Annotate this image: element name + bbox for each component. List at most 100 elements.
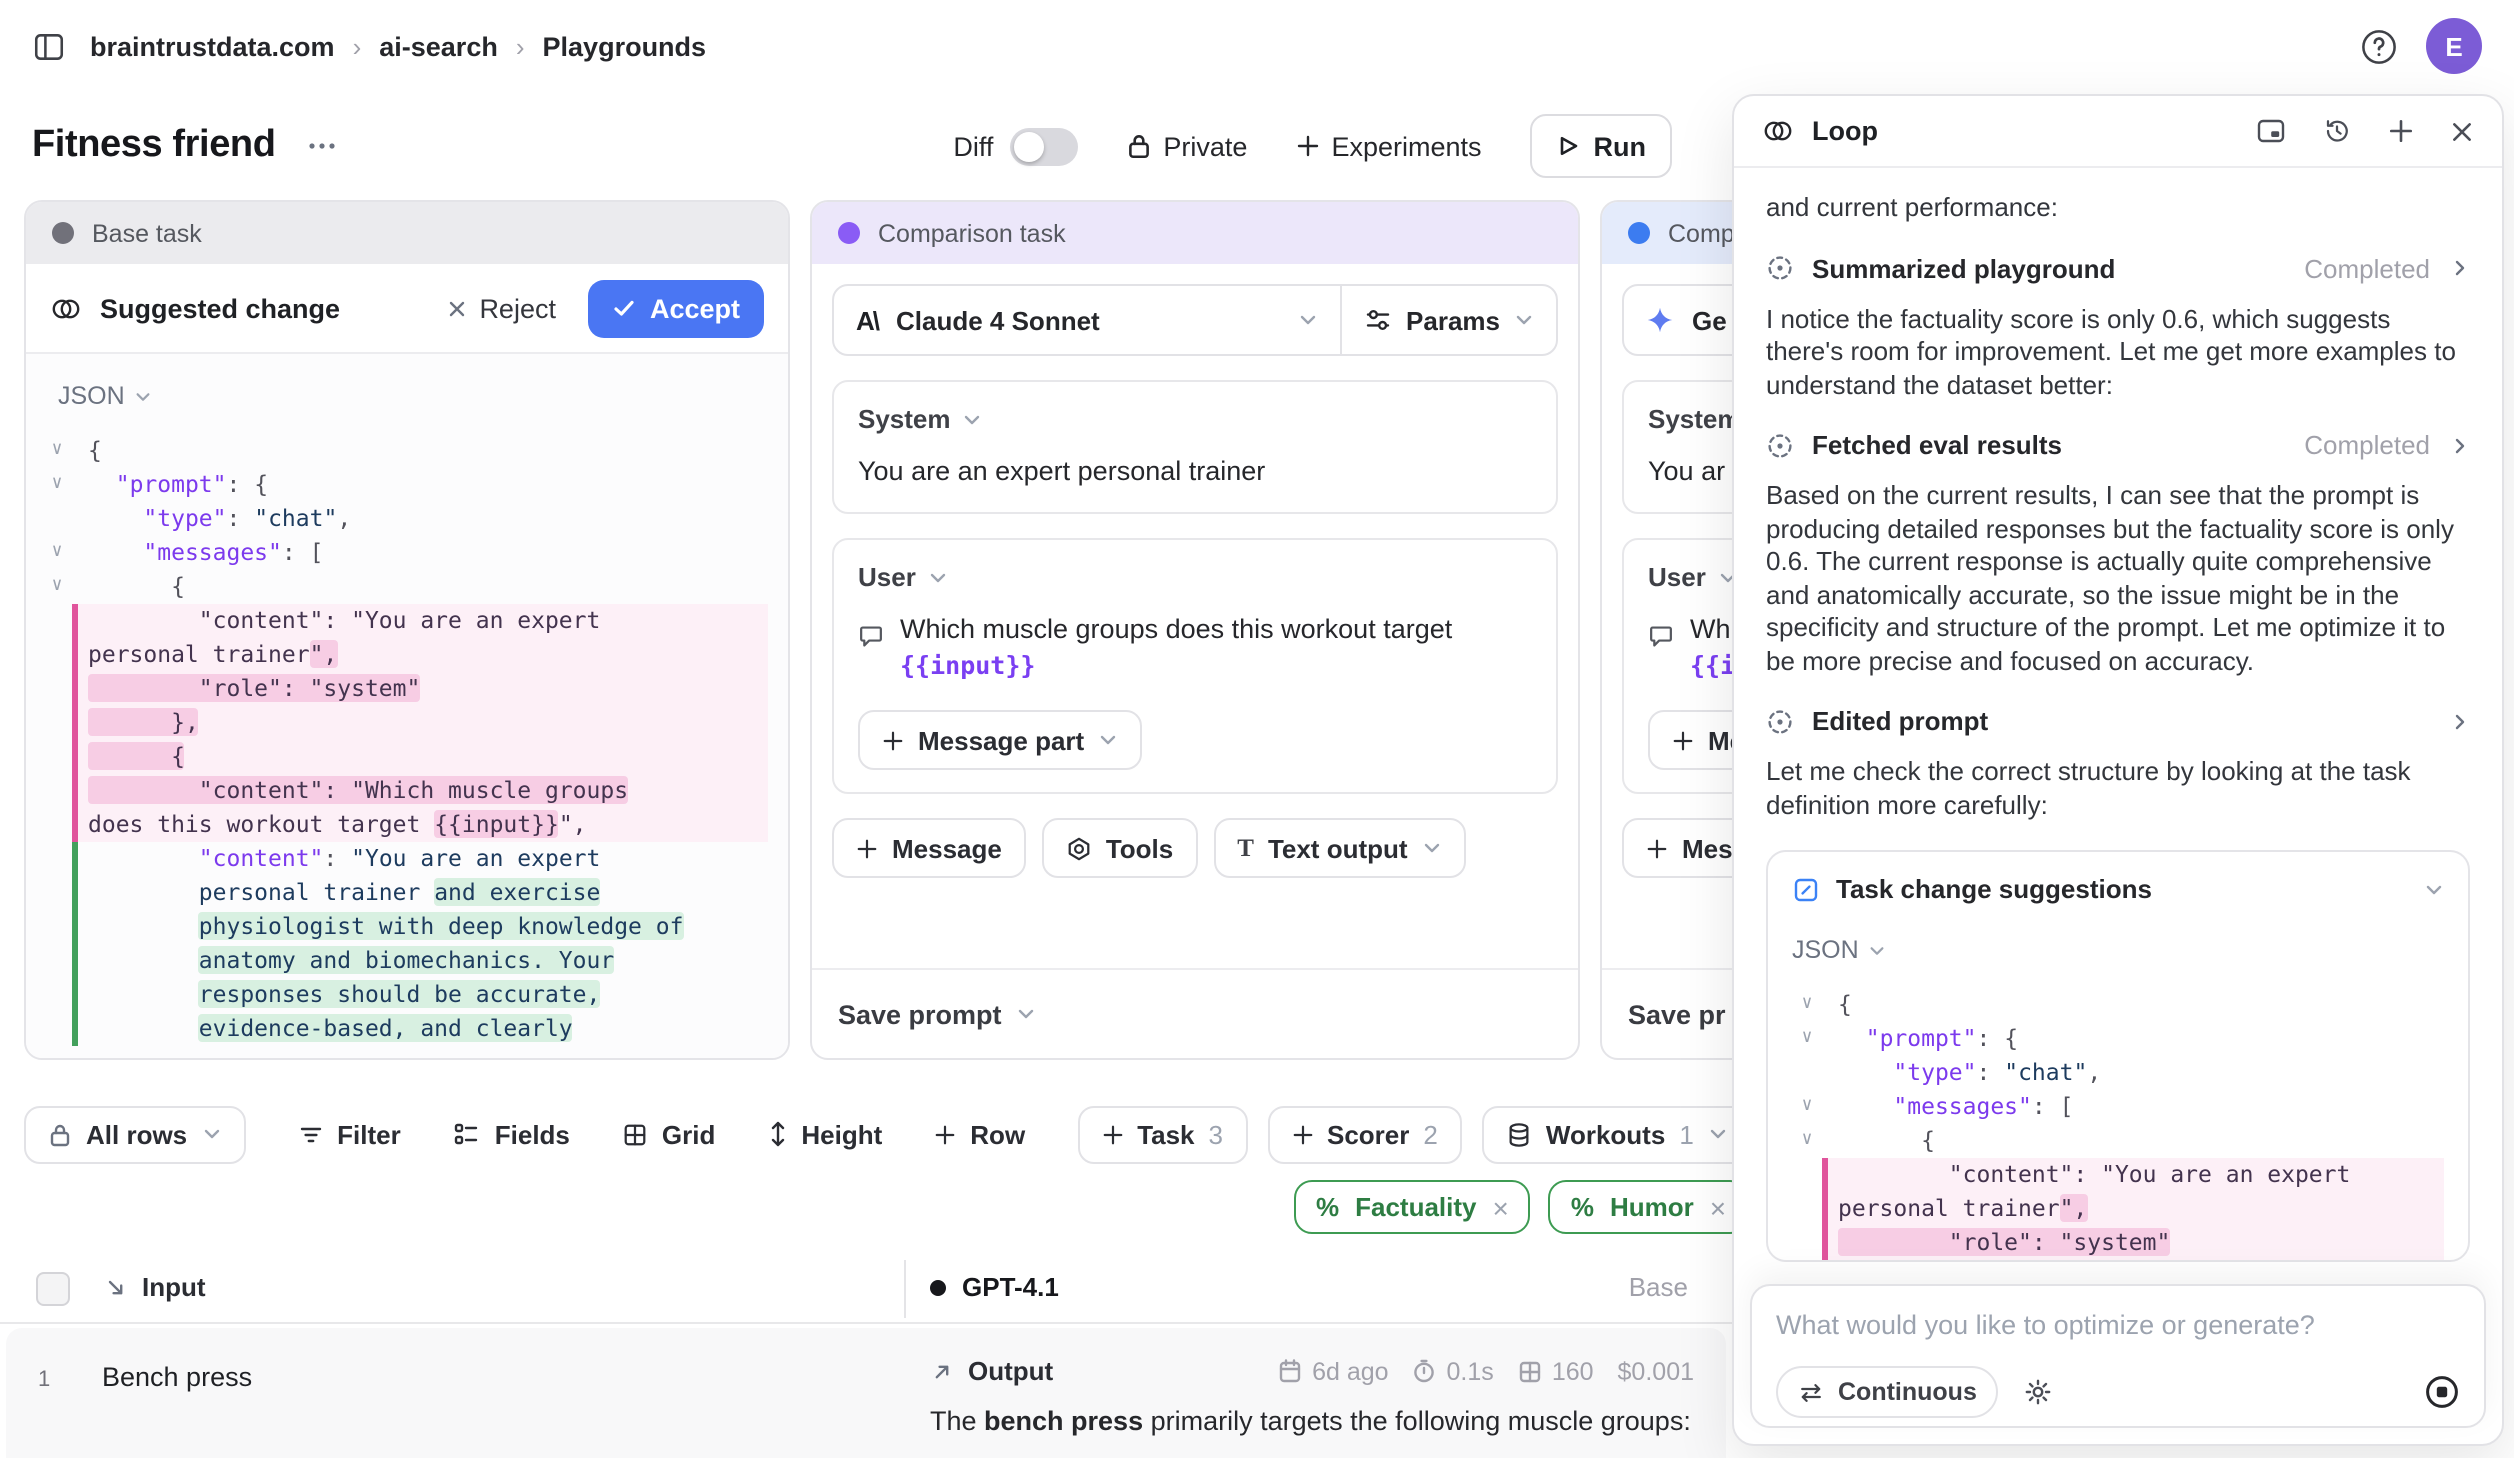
- editor-mode-select[interactable]: JSON: [58, 382, 768, 410]
- factuality-badge[interactable]: % Factuality ×: [1294, 1180, 1531, 1234]
- grid-toolbar: All rows Filter Fields Grid Height Row T…: [24, 1104, 1728, 1164]
- template-variable: {{i: [1690, 650, 1735, 680]
- model-name-2: Ge: [1692, 305, 1727, 335]
- grid-button[interactable]: Grid: [622, 1119, 715, 1149]
- all-rows-select[interactable]: All rows: [24, 1105, 245, 1163]
- code-line: "type": "chat",: [1792, 1056, 2444, 1090]
- filter-button[interactable]: Filter: [297, 1119, 401, 1149]
- select-all-checkbox[interactable]: [36, 1272, 70, 1306]
- row-input-cell[interactable]: Bench press: [102, 1362, 252, 1392]
- humor-badge[interactable]: % Humor ×: [1549, 1180, 1748, 1234]
- user-message-text-2[interactable]: Wh{{i: [1690, 612, 1735, 684]
- gear-icon[interactable]: [2025, 1378, 2053, 1406]
- loop-rings-icon: [50, 295, 82, 321]
- more-menu-icon[interactable]: [308, 142, 336, 150]
- toolbar-right: Task 3 Scorer 2 Workouts 1: [1077, 1105, 1832, 1163]
- help-icon[interactable]: [2360, 27, 2398, 65]
- fields-button[interactable]: Fields: [453, 1119, 570, 1149]
- accept-button[interactable]: Accept: [588, 279, 764, 337]
- code-line: ∨{: [1792, 988, 2444, 1022]
- text-output-button[interactable]: T Text output: [1213, 818, 1465, 878]
- breadcrumb-org[interactable]: braintrustdata.com: [90, 31, 335, 61]
- collapse-chevron-icon[interactable]: ∨: [1792, 1124, 1822, 1158]
- editor-mode-select[interactable]: JSON: [1792, 936, 2444, 964]
- collapse-chevron-icon[interactable]: ∨: [42, 434, 72, 468]
- output-label: Output: [968, 1356, 1053, 1386]
- user-message-card[interactable]: User Which muscle groups does this worko…: [832, 538, 1558, 794]
- suggestions-code-diff[interactable]: ∨{∨ "prompt": { "type": "chat",∨ "messag…: [1792, 988, 2444, 1260]
- code-line: physiologist with deep knowledge of: [42, 910, 768, 944]
- column-divider: [904, 1260, 906, 1318]
- task-change-suggestions-header[interactable]: Task change suggestions: [1792, 874, 2444, 904]
- suggested-change-bar: Suggested change Reject Accept: [26, 264, 788, 354]
- pop-out-icon[interactable]: [2256, 118, 2286, 144]
- row-output-cell[interactable]: Output 6d ago 0.1s 160 $0.0: [930, 1356, 1694, 1438]
- system-message-text[interactable]: You are an expert personal trainer: [858, 454, 1532, 490]
- system-message-card[interactable]: System You are an expert personal traine…: [832, 380, 1558, 514]
- new-chat-icon[interactable]: [2388, 118, 2414, 144]
- loop-input[interactable]: [1776, 1310, 2460, 1340]
- dataset-select[interactable]: Workouts 1: [1482, 1105, 1752, 1163]
- system-role-select[interactable]: System: [858, 404, 1532, 434]
- remove-scorer-icon[interactable]: ×: [1710, 1191, 1726, 1223]
- experiments-button[interactable]: Experiments: [1295, 131, 1481, 161]
- stop-icon[interactable]: [2424, 1374, 2460, 1410]
- save-prompt-button[interactable]: Save prompt: [812, 968, 1578, 1058]
- age-meta: 6d ago: [1278, 1357, 1388, 1385]
- user-role-select[interactable]: User: [858, 562, 1532, 592]
- collapse-chevron-icon[interactable]: ∨: [42, 536, 72, 570]
- breadcrumb-project[interactable]: ai-search: [379, 31, 498, 61]
- add-task-button[interactable]: Task 3: [1077, 1105, 1247, 1163]
- remove-scorer-icon[interactable]: ×: [1493, 1191, 1509, 1223]
- code-gutter: [42, 944, 72, 978]
- diff-toggle[interactable]: [1009, 127, 1077, 165]
- input-column-header[interactable]: Input: [104, 1272, 206, 1302]
- model-column-header[interactable]: GPT-4.1: [930, 1272, 1059, 1302]
- add-message-button[interactable]: Message: [832, 818, 1026, 878]
- base-code-diff[interactable]: ∨{∨ "prompt": { "type": "chat",∨ "messag…: [42, 434, 768, 1046]
- avatar[interactable]: E: [2426, 18, 2482, 74]
- model-select[interactable]: A\ Claude 4 Sonnet: [834, 286, 1340, 354]
- private-button[interactable]: Private: [1125, 131, 1247, 161]
- code-gutter: [1792, 1158, 1822, 1192]
- collapse-chevron-icon[interactable]: ∨: [1792, 988, 1822, 1022]
- loop-step-edited[interactable]: Edited prompt: [1766, 706, 2470, 736]
- code-line: ∨{: [42, 434, 768, 468]
- collapse-chevron-icon[interactable]: ∨: [1792, 1090, 1822, 1124]
- params-button[interactable]: Params: [1342, 286, 1556, 354]
- reject-button[interactable]: Reject: [445, 293, 556, 323]
- history-icon[interactable]: [2322, 116, 2352, 146]
- continuous-mode-button[interactable]: Continuous: [1776, 1366, 1999, 1418]
- add-row-button[interactable]: Row: [934, 1119, 1025, 1149]
- code-line: ∨ "prompt": {: [42, 468, 768, 502]
- plus-icon: [1101, 1123, 1123, 1145]
- top-bar: braintrustdata.com › ai-search › Playgro…: [0, 0, 2514, 92]
- loop-step-summarized[interactable]: Summarized playground Completed: [1766, 253, 2470, 283]
- add-message-part-button[interactable]: Message part: [858, 710, 1142, 770]
- dataset-count: 1: [1679, 1119, 1693, 1149]
- chevron-down-icon: [1869, 941, 1887, 959]
- comparison-task-header: Comparison task: [812, 202, 1578, 264]
- loop-input-card: Continuous: [1750, 1284, 2486, 1428]
- tools-button[interactable]: Tools: [1042, 818, 1197, 878]
- user-message-text[interactable]: Which muscle groups does this workout ta…: [900, 612, 1532, 684]
- breadcrumb-page[interactable]: Playgrounds: [543, 31, 707, 61]
- code-line: does this workout target {{input}}",: [42, 808, 768, 842]
- table-row[interactable]: 1 Bench press Output 6d ago 0.1s: [6, 1328, 1726, 1458]
- sidebar-toggle-icon[interactable]: [32, 29, 66, 63]
- collapse-chevron-icon[interactable]: ∨: [42, 468, 72, 502]
- model-row: A\ Claude 4 Sonnet Params: [832, 284, 1558, 356]
- close-icon[interactable]: [2450, 119, 2474, 143]
- add-scorer-button[interactable]: Scorer 2: [1267, 1105, 1462, 1163]
- diff-label: Diff: [953, 131, 993, 161]
- height-button[interactable]: Height: [767, 1119, 882, 1149]
- collapse-chevron-icon[interactable]: ∨: [42, 570, 72, 604]
- run-button[interactable]: Run: [1530, 114, 1673, 178]
- code-gutter: [42, 706, 72, 740]
- collapse-chevron-icon[interactable]: ∨: [1792, 1022, 1822, 1056]
- table-divider: [0, 1322, 1732, 1324]
- code-gutter: [42, 774, 72, 808]
- code-line: evidence-based, and clearly: [42, 1012, 768, 1046]
- loop-step-fetched[interactable]: Fetched eval results Completed: [1766, 430, 2470, 460]
- base-editor[interactable]: JSON ∨{∨ "prompt": { "type": "chat",∨ "m…: [26, 354, 788, 1058]
